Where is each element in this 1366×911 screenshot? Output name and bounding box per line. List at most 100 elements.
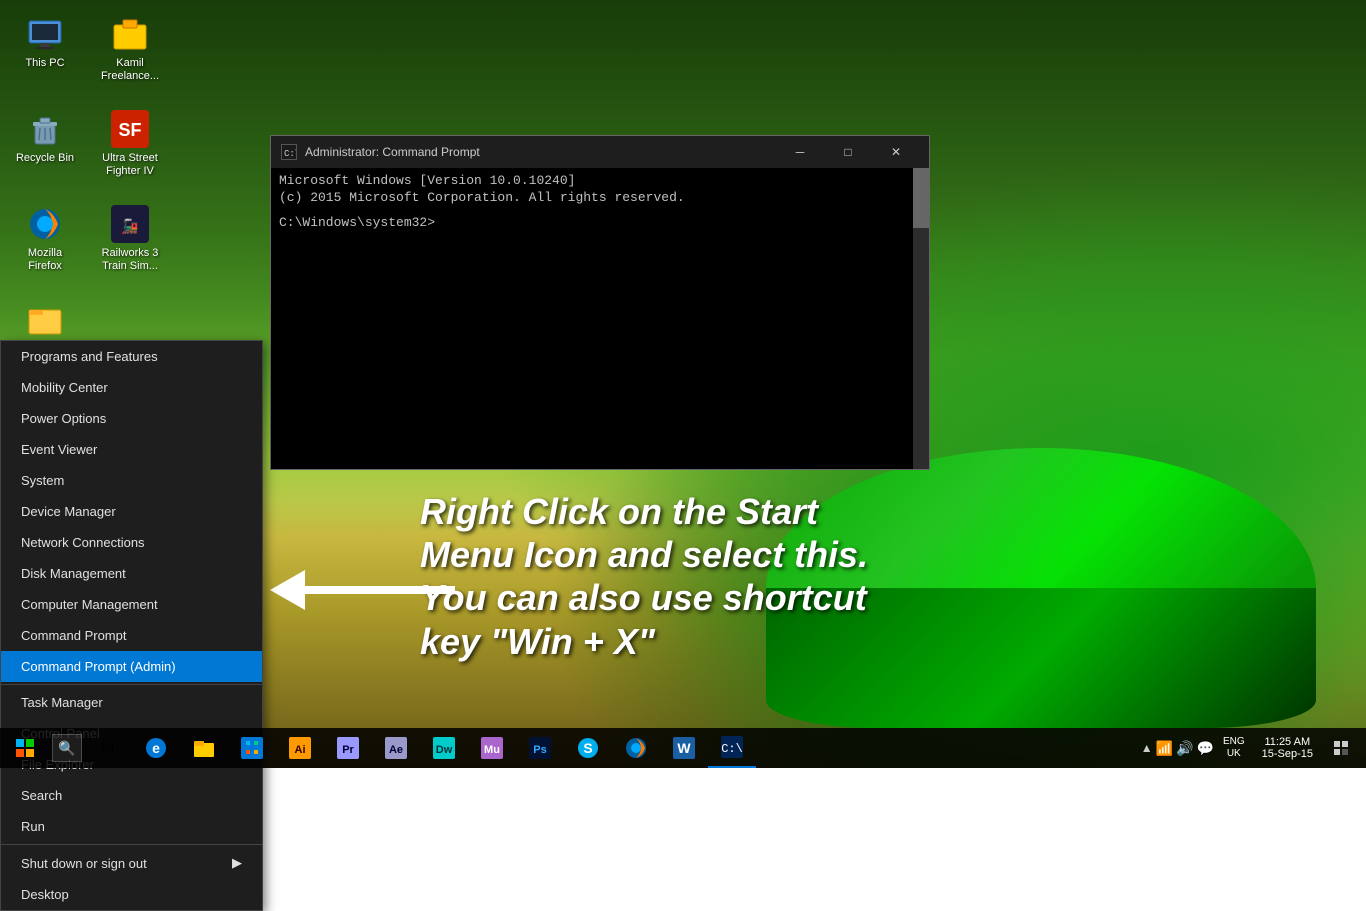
usf4-label: Ultra Street Fighter IV bbox=[99, 152, 161, 178]
arrow-indicator bbox=[270, 570, 455, 610]
clock-date: 15-Sep-15 bbox=[1262, 748, 1313, 760]
svg-text:Mu: Mu bbox=[484, 744, 500, 756]
menu-item-programs-features[interactable]: Programs and Features bbox=[1, 341, 262, 372]
cmd-close-button[interactable]: ✕ bbox=[873, 141, 919, 163]
cmd-title-icon: C:\ bbox=[281, 144, 297, 160]
action-center-button[interactable] bbox=[1326, 728, 1356, 768]
taskbar-dreamweaver[interactable]: Dw bbox=[420, 728, 468, 768]
kamil-icon bbox=[110, 14, 150, 54]
recycle-bin-label: Recycle Bin bbox=[16, 152, 74, 165]
desktop-icon-kamil[interactable]: Kamil Freelance... bbox=[95, 10, 165, 100]
menu-item-mobility-center[interactable]: Mobility Center bbox=[1, 372, 262, 403]
tray-expand-button[interactable]: ▲ bbox=[1141, 741, 1153, 755]
annotation-text: Right Click on the Start Menu Icon and s… bbox=[420, 490, 868, 663]
taskbar-after-effects[interactable]: Ae bbox=[372, 728, 420, 768]
system-clock[interactable]: 11:25 AM 15-Sep-15 bbox=[1254, 736, 1321, 760]
svg-text:Dw: Dw bbox=[436, 744, 453, 756]
menu-item-system[interactable]: System bbox=[1, 465, 262, 496]
taskbar-file-explorer[interactable] bbox=[180, 728, 228, 768]
menu-item-task-manager[interactable]: Task Manager bbox=[1, 687, 262, 718]
cmd-controls: ─ □ ✕ bbox=[777, 141, 919, 163]
desktop-icon-railworks[interactable]: 🚂 Railworks 3 Train Sim... bbox=[95, 200, 165, 290]
menu-item-device-manager[interactable]: Device Manager bbox=[1, 496, 262, 527]
cmd-line-1: Microsoft Windows [Version 10.0.10240] bbox=[279, 173, 921, 188]
svg-text:C:\: C:\ bbox=[721, 742, 743, 756]
cmd-minimize-button[interactable]: ─ bbox=[777, 141, 823, 163]
taskbar-right: ▲ 📶 🔊 💬 ENGUK 11:25 AM 15-Sep-15 bbox=[1141, 728, 1366, 768]
cmd-titlebar: C:\ Administrator: Command Prompt ─ □ ✕ bbox=[271, 136, 929, 168]
tray-network-icon[interactable]: 📶 bbox=[1156, 740, 1173, 757]
start-button[interactable] bbox=[0, 728, 50, 768]
task-view-icon: ⧉ bbox=[102, 739, 113, 757]
taskbar-word[interactable]: W bbox=[660, 728, 708, 768]
my-desktop-stuff-icon bbox=[25, 299, 65, 339]
context-menu: Programs and Features Mobility Center Po… bbox=[0, 340, 263, 911]
menu-item-computer-management[interactable]: Computer Management bbox=[1, 589, 262, 620]
menu-separator-2 bbox=[1, 844, 262, 845]
clock-time: 11:25 AM bbox=[1264, 736, 1310, 748]
railworks-icon: 🚂 bbox=[110, 204, 150, 244]
cmd-scrollbar-thumb[interactable] bbox=[913, 168, 929, 228]
menu-item-desktop[interactable]: Desktop bbox=[1, 879, 262, 910]
svg-text:C:\: C:\ bbox=[284, 149, 296, 159]
taskbar-search[interactable]: 🔍 bbox=[52, 734, 82, 762]
cmd-line-4: C:\Windows\system32> bbox=[279, 215, 921, 230]
menu-separator-1 bbox=[1, 684, 262, 685]
desktop: This PC Kamil Freelance... bbox=[0, 0, 1366, 768]
svg-text:e: e bbox=[152, 740, 160, 756]
taskbar-task-view[interactable]: ⧉ bbox=[84, 728, 132, 768]
this-pc-label: This PC bbox=[25, 57, 64, 70]
system-tray-icons: ▲ 📶 🔊 💬 bbox=[1141, 740, 1214, 757]
taskbar-store[interactable] bbox=[228, 728, 276, 768]
kamil-label: Kamil Freelance... bbox=[99, 57, 161, 83]
menu-item-command-prompt-admin[interactable]: Command Prompt (Admin) bbox=[1, 651, 262, 682]
menu-item-disk-management[interactable]: Disk Management bbox=[1, 558, 262, 589]
this-pc-icon bbox=[25, 14, 65, 54]
taskbar-firefox[interactable] bbox=[612, 728, 660, 768]
usf4-icon: SF bbox=[110, 109, 150, 149]
cmd-maximize-button[interactable]: □ bbox=[825, 141, 871, 163]
taskbar-premiere[interactable]: Pr bbox=[324, 728, 372, 768]
language-indicator[interactable]: ENGUK bbox=[1219, 736, 1249, 760]
firefox-icon bbox=[25, 204, 65, 244]
taskbar-photoshop[interactable]: Ps bbox=[516, 728, 564, 768]
menu-item-shut-down[interactable]: Shut down or sign out ▶ bbox=[1, 847, 262, 879]
menu-item-command-prompt[interactable]: Command Prompt bbox=[1, 620, 262, 651]
firefox-label: Mozilla Firefox bbox=[14, 247, 76, 273]
svg-text:Ai: Ai bbox=[295, 744, 306, 756]
taskbar-skype[interactable]: S bbox=[564, 728, 612, 768]
cmd-content[interactable]: Microsoft Windows [Version 10.0.10240] (… bbox=[271, 168, 929, 469]
cmd-title-text: Administrator: Command Prompt bbox=[305, 145, 480, 159]
cmd-scrollbar[interactable] bbox=[913, 168, 929, 469]
taskbar-cmd[interactable]: C:\ bbox=[708, 728, 756, 768]
language-label: ENGUK bbox=[1223, 736, 1245, 760]
desktop-icon-usf4[interactable]: SF Ultra Street Fighter IV bbox=[95, 105, 165, 195]
svg-text:Ae: Ae bbox=[389, 744, 403, 756]
railworks-label: Railworks 3 Train Sim... bbox=[99, 247, 161, 273]
taskbar: 🔍 ⧉ e bbox=[0, 728, 1366, 768]
taskbar-muse[interactable]: Mu bbox=[468, 728, 516, 768]
svg-text:SF: SF bbox=[118, 120, 141, 140]
taskbar-edge[interactable]: e bbox=[132, 728, 180, 768]
menu-item-event-viewer[interactable]: Event Viewer bbox=[1, 434, 262, 465]
desktop-icon-this-pc[interactable]: This PC bbox=[10, 10, 80, 100]
svg-text:W: W bbox=[677, 740, 691, 756]
recycle-bin-icon bbox=[25, 109, 65, 149]
tray-volume-icon[interactable]: 🔊 bbox=[1176, 740, 1193, 757]
menu-item-network-connections[interactable]: Network Connections bbox=[1, 527, 262, 558]
svg-text:Pr: Pr bbox=[342, 744, 354, 756]
cmd-line-2: (c) 2015 Microsoft Corporation. All righ… bbox=[279, 190, 921, 205]
submenu-arrow-icon: ▶ bbox=[232, 855, 242, 871]
menu-item-search[interactable]: Search bbox=[1, 780, 262, 811]
svg-text:Ps: Ps bbox=[533, 744, 546, 756]
desktop-icon-firefox[interactable]: Mozilla Firefox bbox=[10, 200, 80, 290]
menu-item-power-options[interactable]: Power Options bbox=[1, 403, 262, 434]
arrow-shaft bbox=[305, 586, 455, 594]
menu-item-run[interactable]: Run bbox=[1, 811, 262, 842]
taskbar-illustrator[interactable]: Ai bbox=[276, 728, 324, 768]
svg-text:S: S bbox=[583, 740, 592, 756]
taskbar-search-icon: 🔍 bbox=[58, 740, 75, 757]
tray-notification-icon[interactable]: 💬 bbox=[1197, 740, 1214, 757]
svg-text:🚂: 🚂 bbox=[121, 218, 138, 235]
desktop-icon-recycle-bin[interactable]: Recycle Bin bbox=[10, 105, 80, 195]
